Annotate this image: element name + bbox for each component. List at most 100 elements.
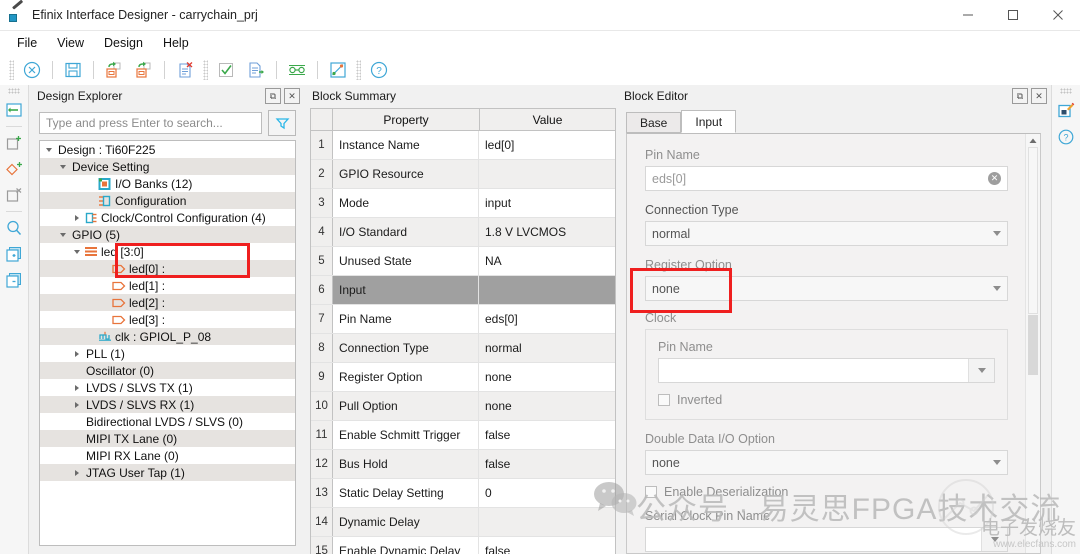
tree-item-11[interactable]: clk : GPIOL_P_08 (40, 328, 295, 345)
chevron-closed-icon[interactable] (72, 212, 83, 223)
table-row[interactable]: 9 Register Option none (311, 363, 615, 392)
clock-pin-name-select[interactable] (658, 358, 995, 383)
tree-item-1[interactable]: Device Setting (40, 158, 295, 175)
explorer-close-button[interactable]: ✕ (284, 88, 300, 104)
tab-base[interactable]: Base (626, 112, 682, 133)
scroll-up-icon[interactable] (1026, 134, 1040, 147)
table-row[interactable]: 13 Static Delay Setting 0 (311, 479, 615, 508)
delete-file-icon[interactable] (170, 57, 200, 83)
menu-file[interactable]: File (8, 33, 46, 53)
tree-item-7[interactable]: led[0] : (40, 260, 295, 277)
search-icon[interactable] (2, 215, 26, 241)
tree-item-3[interactable]: Configuration (40, 192, 295, 209)
tree-item-2[interactable]: I/O Banks (12) (40, 175, 295, 192)
save-icon[interactable] (58, 57, 88, 83)
cell-value[interactable]: eds[0] (479, 305, 615, 333)
tab-input[interactable]: Input (681, 110, 737, 133)
resource-map-icon[interactable] (323, 57, 353, 83)
new-diamond-icon[interactable] (2, 156, 26, 182)
table-row[interactable]: 6 Input (311, 276, 615, 305)
cell-value[interactable]: led[0] (479, 131, 615, 159)
table-row[interactable]: 15 Enable Dynamic Delay false (311, 537, 615, 554)
register-option-select[interactable]: none (645, 276, 1008, 301)
delete-block-icon[interactable] (2, 182, 26, 208)
maximize-button[interactable] (990, 0, 1035, 30)
tree-item-17[interactable]: MIPI TX Lane (0) (40, 430, 295, 447)
cell-value[interactable] (479, 276, 615, 304)
cell-value[interactable]: false (479, 450, 615, 478)
cell-value[interactable]: 0 (479, 479, 615, 507)
zoom-in-icon[interactable] (2, 241, 26, 267)
cell-value[interactable]: false (479, 537, 615, 554)
toolbar-grip-3[interactable] (356, 59, 361, 80)
tree-item-18[interactable]: MIPI RX Lane (0) (40, 447, 295, 464)
chevron-down-icon[interactable] (981, 528, 1007, 551)
tree-item-6[interactable]: led [3:0] (40, 243, 295, 260)
chevron-open-icon[interactable] (58, 229, 69, 240)
chevron-closed-icon[interactable] (72, 382, 83, 393)
tree-item-5[interactable]: GPIO (5) (40, 226, 295, 243)
chevron-closed-icon[interactable] (72, 467, 83, 478)
tree-item-12[interactable]: PLL (1) (40, 345, 295, 362)
connection-type-select[interactable]: normal (645, 221, 1008, 246)
cell-value[interactable] (479, 160, 615, 188)
table-row[interactable]: 2 GPIO Resource (311, 160, 615, 189)
table-row[interactable]: 7 Pin Name eds[0] (311, 305, 615, 334)
enable-deserialization-row[interactable]: Enable Deserialization (645, 485, 1008, 499)
table-row[interactable]: 11 Enable Schmitt Trigger false (311, 421, 615, 450)
export-icon[interactable] (129, 57, 159, 83)
scrollbar-thumb[interactable] (1028, 315, 1038, 375)
right-strip-grip[interactable] (1060, 88, 1072, 94)
tree-item-15[interactable]: LVDS / SLVS RX (1) (40, 396, 295, 413)
tree-item-4[interactable]: Clock/Control Configuration (4) (40, 209, 295, 226)
tree-item-14[interactable]: LVDS / SLVS TX (1) (40, 379, 295, 396)
serial-clock-pin-select[interactable] (645, 527, 1008, 552)
clear-icon[interactable]: ✕ (988, 172, 1001, 185)
generate-icon[interactable] (241, 57, 271, 83)
toolbar-grip[interactable] (9, 59, 14, 80)
menu-design[interactable]: Design (95, 33, 152, 53)
new-block-icon[interactable] (2, 130, 26, 156)
chevron-closed-icon[interactable] (72, 399, 83, 410)
cell-value[interactable]: input (479, 189, 615, 217)
check-icon[interactable] (211, 57, 241, 83)
table-row[interactable]: 3 Mode input (311, 189, 615, 218)
chevron-open-icon[interactable] (58, 161, 69, 172)
chevron-open-icon[interactable] (72, 246, 83, 257)
import-icon[interactable] (99, 57, 129, 83)
scrollbar-track[interactable] (1028, 147, 1038, 553)
link-icon[interactable] (282, 57, 312, 83)
design-tree[interactable]: Design : Ti60F225 Device Setting I/O Banks… (39, 140, 296, 546)
table-row[interactable]: 4 I/O Standard 1.8 V LVCMOS (311, 218, 615, 247)
explorer-float-button[interactable]: ⧉ (265, 88, 281, 104)
edit-block-icon[interactable] (1054, 98, 1078, 124)
pin-name-input[interactable]: eds[0] ✕ (645, 166, 1008, 191)
tree-item-8[interactable]: led[1] : (40, 277, 295, 294)
add-block-icon[interactable] (2, 97, 26, 123)
menu-help[interactable]: Help (154, 33, 198, 53)
editor-scrollbar[interactable] (1025, 134, 1040, 553)
table-row[interactable]: 14 Dynamic Delay (311, 508, 615, 537)
chevron-open-icon[interactable] (44, 144, 55, 155)
tree-item-0[interactable]: Design : Ti60F225 (40, 141, 295, 158)
inverted-checkbox[interactable] (658, 394, 670, 406)
cell-value[interactable]: NA (479, 247, 615, 275)
table-row[interactable]: 8 Connection Type normal (311, 334, 615, 363)
tree-item-13[interactable]: Oscillator (0) (40, 362, 295, 379)
strip-grip[interactable] (8, 88, 20, 94)
close-button[interactable] (1035, 0, 1080, 30)
cell-value[interactable]: none (479, 392, 615, 420)
minimize-button[interactable] (945, 0, 990, 30)
double-data-select[interactable]: none (645, 450, 1008, 475)
editor-float-button[interactable]: ⧉ (1012, 88, 1028, 104)
table-row[interactable]: 5 Unused State NA (311, 247, 615, 276)
help-icon[interactable]: ? (364, 57, 394, 83)
toolbar-grip-2[interactable] (203, 59, 208, 80)
cell-value[interactable]: false (479, 421, 615, 449)
menu-view[interactable]: View (48, 33, 93, 53)
chevron-down-icon[interactable] (968, 359, 994, 382)
chevron-closed-icon[interactable] (72, 348, 83, 359)
zoom-out-icon[interactable] (2, 267, 26, 293)
tree-item-19[interactable]: JTAG User Tap (1) (40, 464, 295, 481)
inverted-checkbox-row[interactable]: Inverted (658, 393, 995, 407)
